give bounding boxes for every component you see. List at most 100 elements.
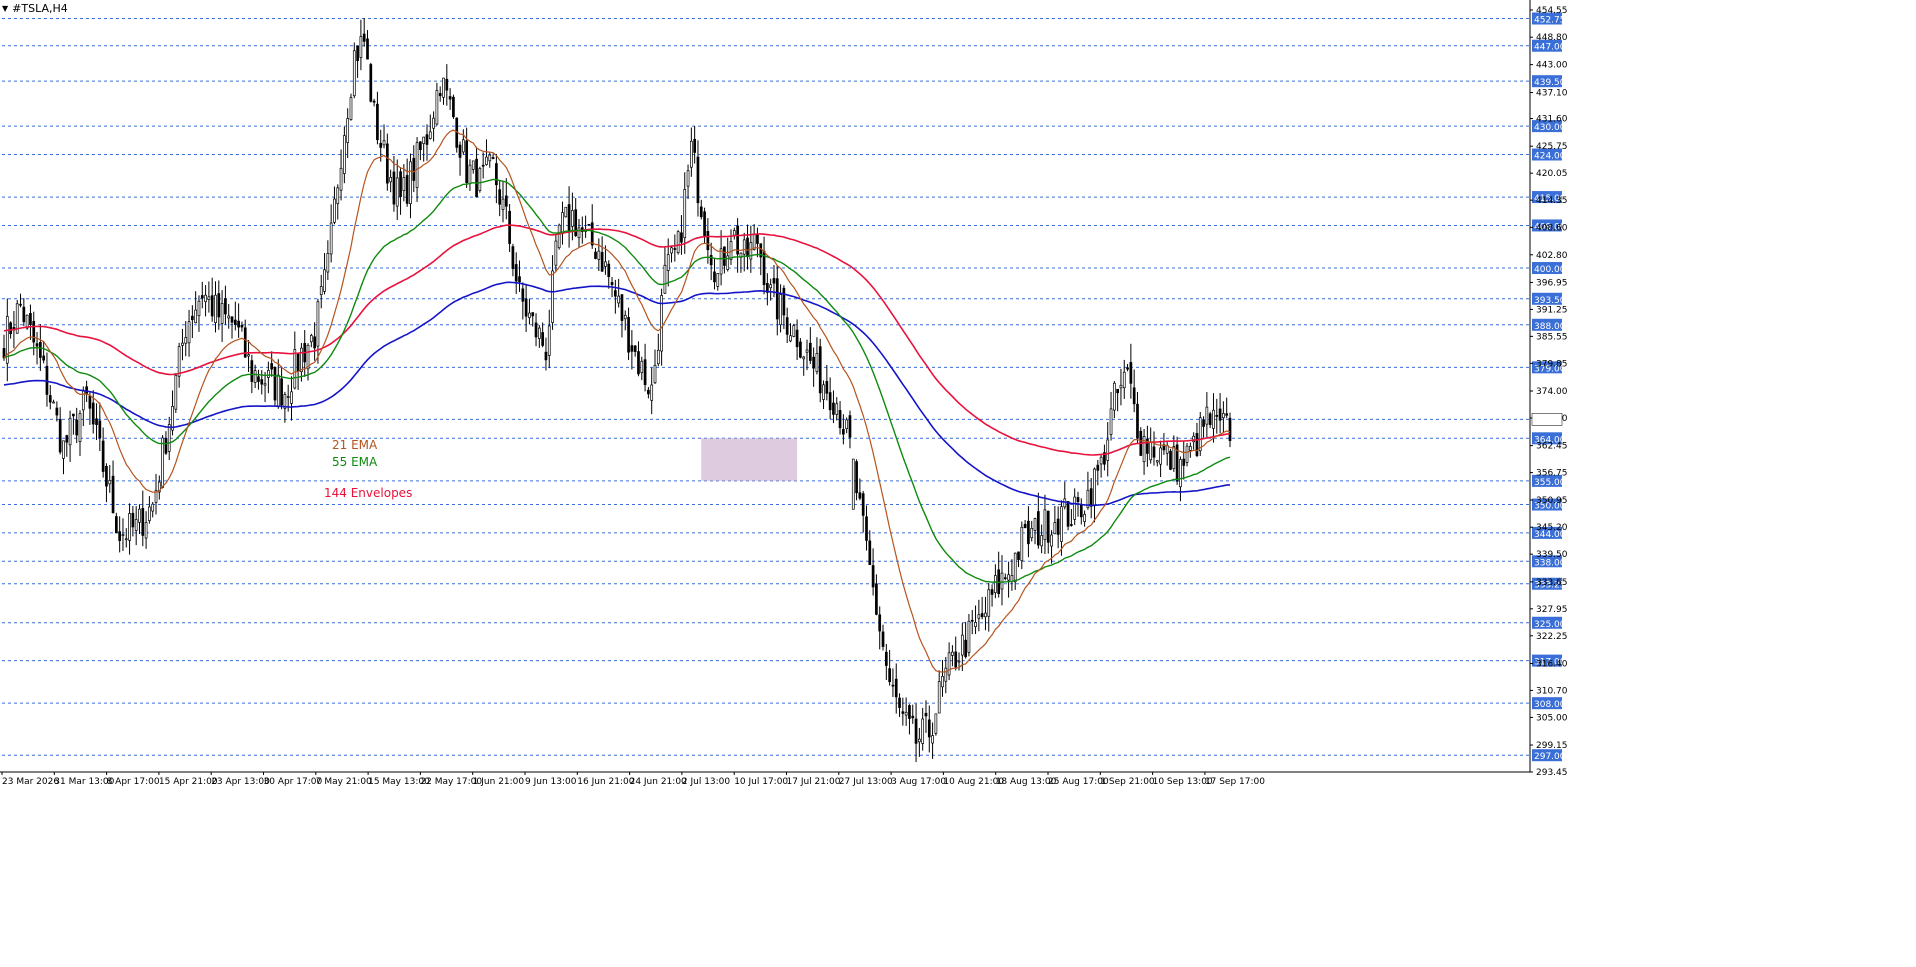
candle-body: [1136, 403, 1139, 439]
y-tick-label: 425.75: [1536, 142, 1568, 152]
candle-body: [1043, 509, 1047, 540]
candle-body: [696, 156, 700, 204]
candle-body: [230, 316, 234, 323]
candle-body: [911, 715, 915, 719]
candle-body: [419, 141, 422, 151]
y-tick-label: 345.20: [1536, 523, 1568, 533]
candle-body: [1093, 468, 1096, 506]
candle-body: [650, 384, 654, 401]
y-tick-label: 448.80: [1536, 33, 1568, 43]
candle-body: [1076, 497, 1080, 503]
candle-body: [1169, 450, 1172, 470]
candle-body: [385, 143, 389, 184]
candle-body: [706, 230, 710, 251]
candle-body: [967, 620, 971, 653]
candle-body: [756, 233, 759, 244]
candle-body: [855, 461, 858, 494]
candle-body: [508, 210, 511, 244]
collapse-triangle-icon[interactable]: ▼: [2, 4, 8, 13]
x-tick-label: 2 Jul 13:00: [682, 777, 731, 787]
candle-body: [194, 309, 198, 324]
candle-body: [1222, 413, 1225, 419]
y-tick-label: 443.00: [1536, 61, 1568, 71]
candle-body: [62, 440, 65, 459]
candle-body: [848, 415, 852, 438]
candle-body: [167, 424, 171, 452]
candle-body: [121, 534, 125, 537]
candle-body: [590, 222, 594, 246]
candle-body: [115, 516, 118, 534]
candle-body: [1036, 511, 1040, 546]
candle-body: [577, 227, 581, 239]
candle-body: [501, 198, 505, 210]
price-chart[interactable]: 452.75447.00439.50430.00424.00415.00409.…: [0, 0, 1916, 963]
candle-body: [894, 678, 898, 698]
x-tick-label: 8 Apr 17:00: [107, 777, 160, 787]
level-label: 355.00: [1534, 478, 1566, 488]
candle-body: [927, 719, 931, 738]
candle-body: [124, 538, 128, 541]
candle-body: [934, 713, 938, 734]
candle-body: [224, 298, 227, 315]
level-label: 400.00: [1534, 265, 1566, 275]
candle-body: [637, 351, 640, 375]
candle-body: [1073, 496, 1077, 520]
candle-body: [293, 349, 297, 389]
candle-body: [369, 64, 373, 102]
candle-body: [290, 391, 293, 404]
candle-body: [871, 565, 875, 588]
candle-body: [808, 342, 812, 361]
candle-body: [214, 294, 217, 323]
x-tick-label: 1 Jun 21:00: [473, 777, 525, 787]
candle-body: [432, 117, 435, 129]
candle-body: [1109, 408, 1113, 435]
candle-body: [148, 506, 151, 521]
candle-body: [1000, 572, 1004, 590]
candle-body: [868, 540, 872, 565]
x-tick-label: 27 Jul 13:00: [839, 777, 893, 787]
candle-body: [567, 204, 571, 232]
candle-body: [610, 282, 614, 285]
candle-body: [184, 337, 188, 344]
candle-body: [1017, 551, 1020, 560]
x-tick-label: 1 Sep 21:00: [1100, 777, 1155, 787]
candle-body: [663, 264, 667, 294]
candle-body: [541, 332, 544, 346]
y-tick-label: 420.05: [1536, 169, 1568, 179]
candle-body: [138, 508, 141, 523]
candle-body: [498, 189, 502, 205]
candle-body: [640, 360, 644, 374]
candle-body: [884, 651, 888, 666]
candle-body: [878, 614, 882, 632]
candle-body: [485, 156, 488, 165]
candle-body: [240, 325, 244, 328]
candle-body: [561, 212, 564, 233]
candle-body: [32, 321, 36, 343]
chart-root[interactable]: 452.75 447.00 439.50 430.00 424.00 415.00 409.…: [0, 0, 1916, 963]
candle-body: [1003, 577, 1007, 580]
legend-label: 144 Envelopes: [324, 486, 412, 500]
candle-body: [108, 480, 112, 485]
x-tick-label: 10 Jul 17:00: [734, 777, 788, 787]
candle-body: [594, 251, 597, 259]
candle-body: [1013, 552, 1017, 583]
candle-body: [785, 317, 789, 335]
candle-body: [822, 384, 825, 400]
candle-body: [713, 271, 716, 283]
candle-body: [964, 639, 967, 658]
candle-body: [52, 401, 55, 404]
candle-body: [78, 413, 82, 442]
candle-body: [452, 96, 455, 118]
candle-body: [422, 136, 426, 144]
candle-body: [673, 248, 677, 250]
candle-body: [177, 346, 181, 377]
candle-body: [313, 336, 316, 349]
indicators: [3, 129, 1231, 673]
candle-body: [957, 660, 961, 663]
candle-body: [329, 222, 333, 255]
candle-body: [131, 512, 135, 528]
candle-body: [749, 242, 753, 260]
candle-body: [1172, 446, 1176, 469]
candle-body: [141, 508, 145, 536]
candle-body: [200, 295, 204, 299]
